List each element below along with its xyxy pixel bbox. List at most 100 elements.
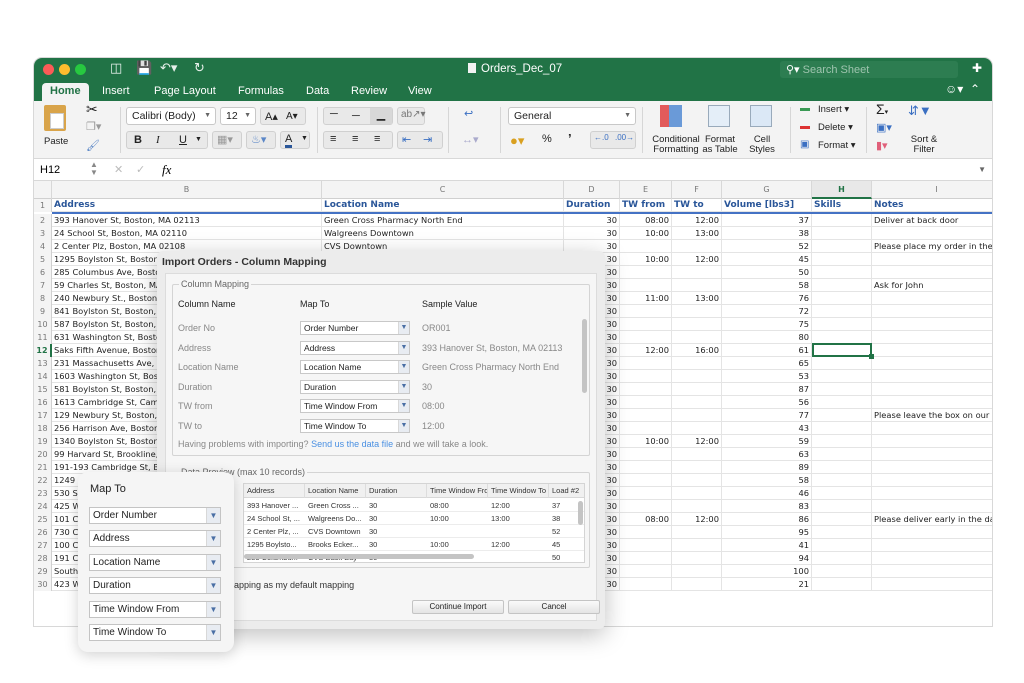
- cell-styles-icon[interactable]: [750, 105, 772, 127]
- row-number[interactable]: 5: [34, 253, 52, 266]
- cell[interactable]: [872, 318, 992, 331]
- cell[interactable]: [812, 370, 872, 383]
- cell[interactable]: 86: [722, 513, 812, 526]
- fill-color-button[interactable]: ♨▾: [246, 131, 276, 149]
- cell[interactable]: [620, 526, 672, 539]
- cell[interactable]: [812, 214, 872, 227]
- font-size-select[interactable]: 12 ▼: [220, 107, 256, 125]
- cell[interactable]: [620, 357, 672, 370]
- cell[interactable]: 83: [722, 500, 812, 513]
- preview-horizontal-scrollbar[interactable]: [244, 554, 474, 559]
- cell[interactable]: [872, 357, 992, 370]
- cell[interactable]: 58: [722, 474, 812, 487]
- cell[interactable]: 30: [564, 214, 620, 227]
- cell[interactable]: [812, 279, 872, 292]
- column-header-e[interactable]: E: [620, 181, 672, 199]
- row-number[interactable]: 13: [34, 357, 52, 370]
- cell[interactable]: 56: [722, 396, 812, 409]
- cell[interactable]: 52: [722, 240, 812, 253]
- column-header-h[interactable]: H: [812, 181, 872, 199]
- row-number[interactable]: 30: [34, 578, 52, 591]
- insert-function-button[interactable]: fx: [162, 162, 171, 178]
- cell[interactable]: 30: [564, 227, 620, 240]
- cell[interactable]: [812, 357, 872, 370]
- cell[interactable]: [672, 500, 722, 513]
- cell[interactable]: 12:00: [672, 435, 722, 448]
- preview-column-header[interactable]: Duration: [366, 484, 427, 498]
- format-cells-button[interactable]: Format ▾: [818, 141, 856, 151]
- paste-button[interactable]: Paste: [44, 137, 68, 147]
- align-center-icon[interactable]: ≡: [352, 133, 358, 145]
- row-number[interactable]: 4: [34, 240, 52, 253]
- cell[interactable]: 10:00: [620, 253, 672, 266]
- align-left-icon[interactable]: ≡: [330, 133, 336, 145]
- continue-import-button[interactable]: Continue Import: [412, 600, 504, 614]
- row-number[interactable]: 21: [34, 461, 52, 474]
- cell[interactable]: [872, 461, 992, 474]
- cell[interactable]: [620, 305, 672, 318]
- row-number[interactable]: 1: [34, 199, 52, 212]
- cell[interactable]: [620, 240, 672, 253]
- cell[interactable]: [872, 539, 992, 552]
- number-format-select[interactable]: General ▼: [508, 107, 636, 125]
- cell[interactable]: 21: [722, 578, 812, 591]
- preview-column-header[interactable]: Location Name: [305, 484, 366, 498]
- cell[interactable]: 45: [722, 253, 812, 266]
- row-number[interactable]: 9: [34, 305, 52, 318]
- cell[interactable]: [620, 409, 672, 422]
- decrease-indent-icon[interactable]: ⇤: [402, 133, 411, 146]
- tab-review[interactable]: Review: [343, 83, 395, 99]
- selected-cell[interactable]: [812, 343, 874, 359]
- cell[interactable]: 08:00: [620, 214, 672, 227]
- sort-filter-icon[interactable]: ⇵▼: [908, 103, 932, 119]
- cell[interactable]: Walgreens Downtown: [322, 227, 564, 240]
- cell[interactable]: 63: [722, 448, 812, 461]
- cell[interactable]: [812, 253, 872, 266]
- decrease-decimal-icon[interactable]: .00→: [615, 133, 634, 142]
- row-number[interactable]: 16: [34, 396, 52, 409]
- cell[interactable]: [812, 266, 872, 279]
- merge-center-icon[interactable]: ↔▾: [462, 133, 479, 146]
- cell[interactable]: [812, 292, 872, 305]
- cell[interactable]: [812, 526, 872, 539]
- cell[interactable]: [872, 487, 992, 500]
- underline-button[interactable]: U: [179, 134, 187, 146]
- cell[interactable]: [672, 318, 722, 331]
- cell[interactable]: [812, 578, 872, 591]
- cut-icon[interactable]: ✂: [86, 101, 98, 118]
- preview-vertical-scrollbar[interactable]: [578, 501, 583, 525]
- currency-icon[interactable]: ●▾: [510, 133, 524, 149]
- cell[interactable]: [672, 448, 722, 461]
- cell[interactable]: [620, 461, 672, 474]
- cell[interactable]: [672, 487, 722, 500]
- cell[interactable]: [672, 578, 722, 591]
- enter-formula-icon[interactable]: ✓: [136, 163, 145, 176]
- column-header-b[interactable]: B: [52, 181, 322, 199]
- cell[interactable]: TW to: [672, 199, 722, 212]
- zoom-window-button[interactable]: [75, 64, 86, 75]
- cell[interactable]: TW from: [620, 199, 672, 212]
- cell[interactable]: [812, 513, 872, 526]
- cell[interactable]: 12:00: [672, 253, 722, 266]
- cell[interactable]: 58: [722, 279, 812, 292]
- cell[interactable]: 72: [722, 305, 812, 318]
- close-window-button[interactable]: [43, 64, 54, 75]
- row-number[interactable]: 29: [34, 565, 52, 578]
- cell[interactable]: [872, 305, 992, 318]
- cell[interactable]: 53: [722, 370, 812, 383]
- map-to-select[interactable]: Order Number ▼: [300, 321, 410, 335]
- row-number[interactable]: 17: [34, 409, 52, 422]
- minimize-window-button[interactable]: [59, 64, 70, 75]
- cell[interactable]: Please leave the box on our s: [872, 409, 992, 422]
- cell[interactable]: 11:00: [620, 292, 672, 305]
- cell[interactable]: [872, 292, 992, 305]
- cell[interactable]: Notes: [872, 199, 992, 212]
- cell[interactable]: [672, 331, 722, 344]
- insert-cells-button[interactable]: Insert ▾: [818, 105, 849, 115]
- column-header-c[interactable]: C: [322, 181, 564, 199]
- cell[interactable]: 80: [722, 331, 812, 344]
- preview-column-header[interactable]: Time Window Fro: [427, 484, 488, 498]
- cell[interactable]: [812, 240, 872, 253]
- cell[interactable]: [620, 539, 672, 552]
- search-sheet-input[interactable]: ⚲▾ Search Sheet: [780, 61, 958, 78]
